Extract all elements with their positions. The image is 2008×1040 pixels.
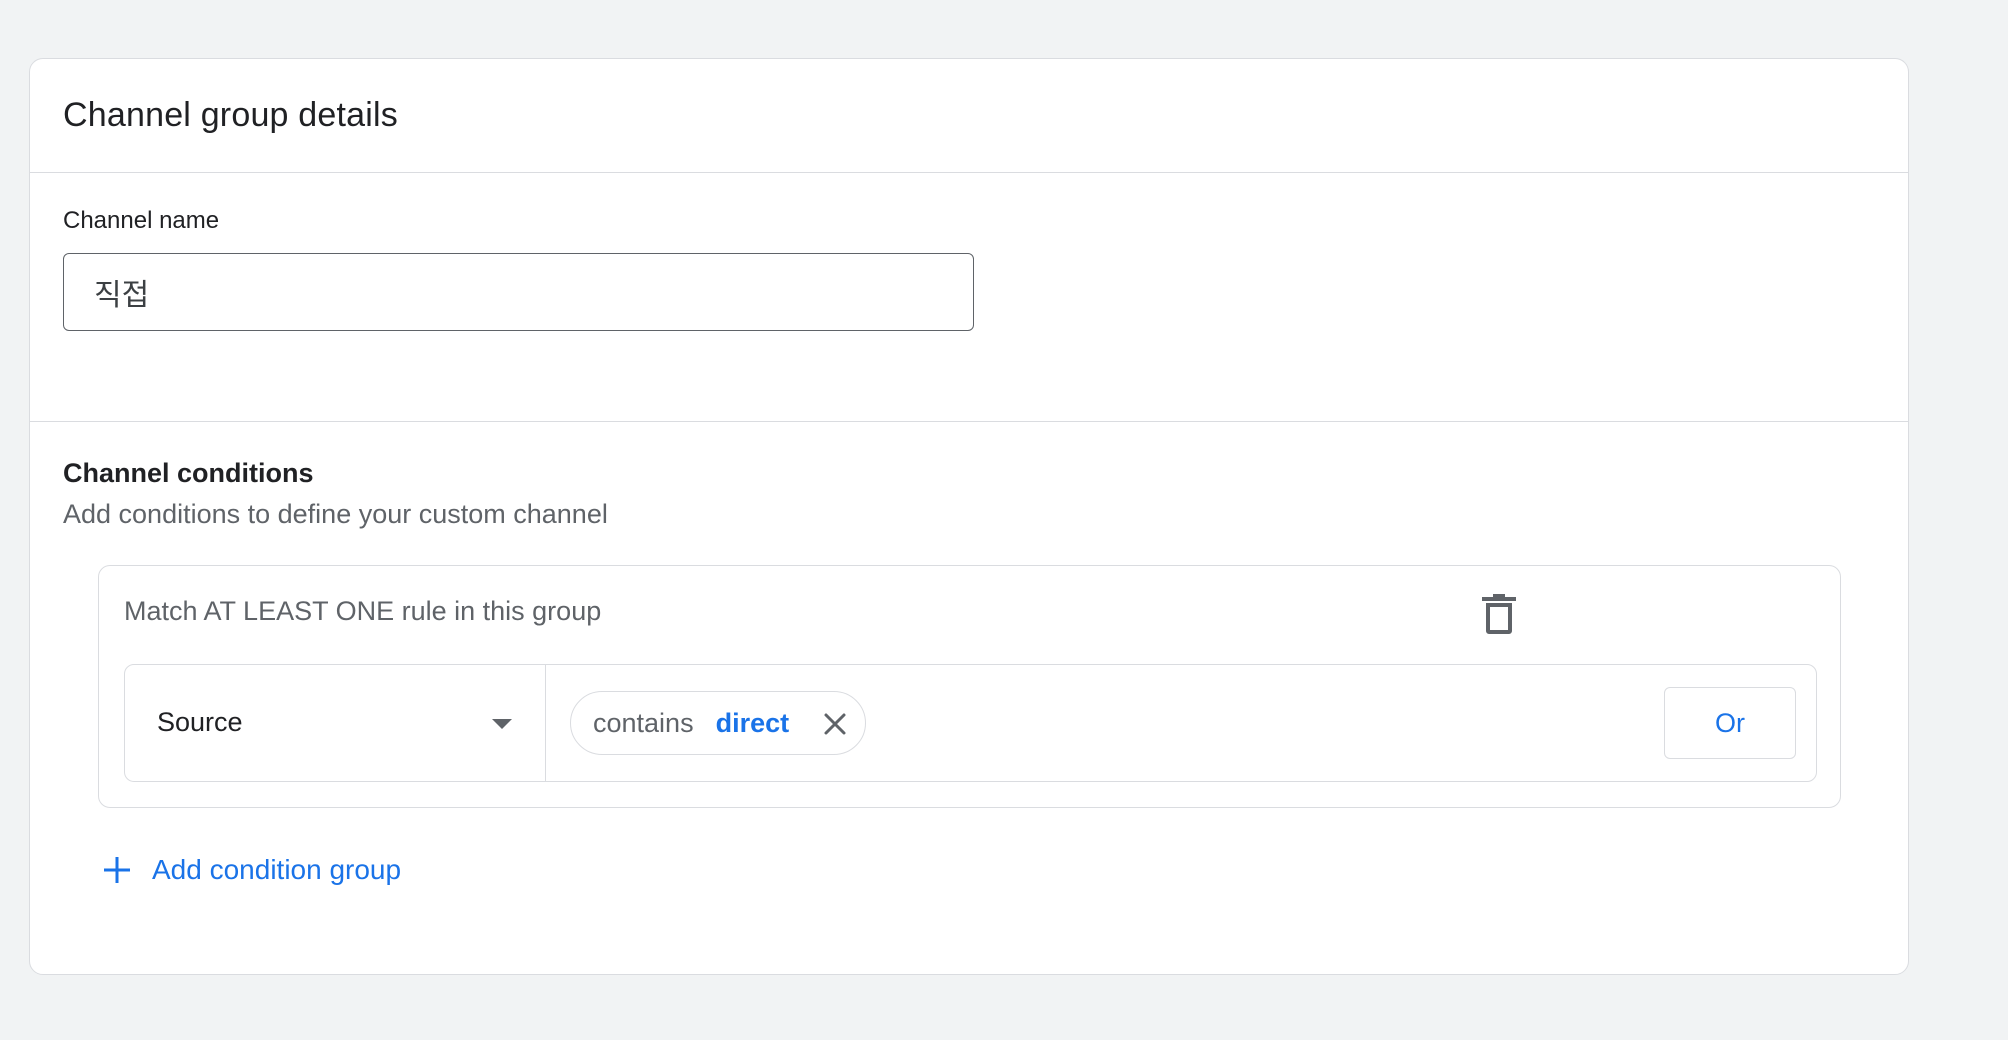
plus-icon xyxy=(104,857,130,883)
condition-group: Match AT LEAST ONE rule in this group So… xyxy=(98,565,1841,808)
chevron-down-icon xyxy=(492,719,512,729)
condition-values: contains direct Or xyxy=(546,665,1816,781)
channel-name-label: Channel name xyxy=(63,207,220,234)
close-icon[interactable] xyxy=(823,712,847,736)
channel-conditions-subtitle: Add conditions to define your custom cha… xyxy=(63,499,608,529)
condition-chip[interactable]: contains direct xyxy=(570,691,866,755)
channel-conditions-section: Channel conditions Add conditions to def… xyxy=(30,422,1908,885)
channel-name-section: Channel name xyxy=(30,173,1908,422)
dimension-select[interactable]: Source xyxy=(125,665,546,781)
page-title: Channel group details xyxy=(63,96,398,134)
add-condition-group-button[interactable]: Add condition group xyxy=(102,854,401,886)
channel-conditions-title: Channel conditions xyxy=(63,458,314,488)
chip-value: direct xyxy=(715,707,790,738)
channel-group-card: Channel group details Channel name Chann… xyxy=(29,58,1909,975)
trash-icon[interactable] xyxy=(1482,594,1516,634)
condition-group-label: Match AT LEAST ONE rule in this group xyxy=(124,596,602,626)
chip-operator: contains xyxy=(593,707,694,738)
dimension-select-value: Source xyxy=(157,707,243,737)
card-header: Channel group details xyxy=(30,59,1908,173)
condition-rule-row: Source contains direct Or xyxy=(124,664,1817,782)
add-condition-group-label: Add condition group xyxy=(152,854,402,885)
or-button[interactable]: Or xyxy=(1664,687,1796,759)
channel-name-input[interactable] xyxy=(63,253,974,331)
